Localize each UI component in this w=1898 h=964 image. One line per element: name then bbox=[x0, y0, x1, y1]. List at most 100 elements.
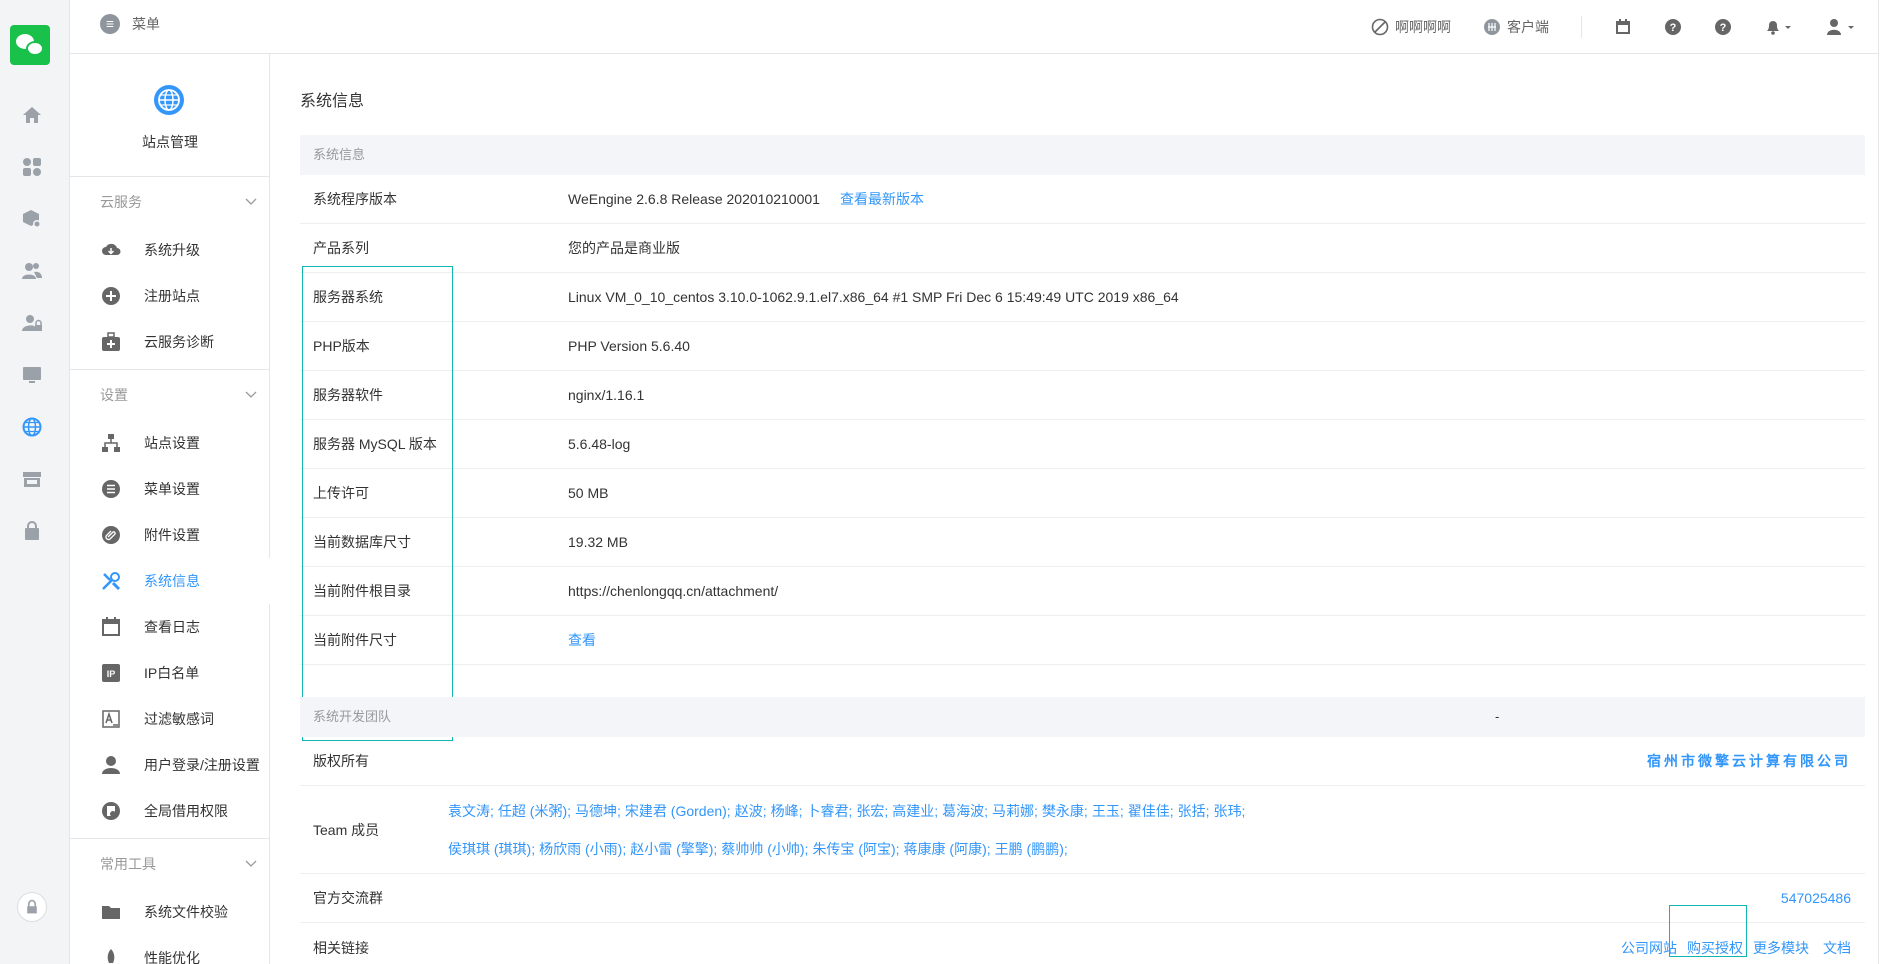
team-member[interactable]: 马德坤; bbox=[575, 801, 621, 821]
team-member[interactable]: 马莉娜; bbox=[992, 801, 1038, 821]
sysinfo-panel: 系统信息 系统程序版本 WeEngine 2.6.8 Release 202010… bbox=[300, 135, 1865, 741]
topbar-client-link[interactable]: 客户端 bbox=[1483, 17, 1549, 37]
links-row: 相关链接 公司网站 购买授权 更多模块 文档 bbox=[300, 905, 1865, 964]
company-site-link[interactable]: 公司网站 bbox=[1621, 938, 1677, 958]
team-member[interactable]: 王鹏 (鹏鹏); bbox=[995, 839, 1068, 859]
monitor-icon[interactable] bbox=[21, 364, 43, 386]
group-common-tools[interactable]: 常用工具 bbox=[70, 839, 269, 889]
topbar-right: 啊啊啊啊 客户端 ? ? bbox=[1371, 0, 1898, 54]
team-member[interactable]: 杨欣雨 (小雨); bbox=[539, 839, 626, 859]
info-key: 服务器系统 bbox=[313, 289, 383, 305]
user-lock-icon[interactable] bbox=[21, 312, 43, 334]
team-member[interactable]: 侯琪琪 (琪琪); bbox=[448, 839, 535, 859]
group-title-label: 云服务 bbox=[100, 194, 142, 210]
info-row: 当前附件根目录 https://chenlongqq.cn/attachment/ bbox=[300, 567, 1865, 616]
info-key: 官方交流群 bbox=[313, 890, 383, 906]
team-member[interactable]: 朱传宝 (阿宝); bbox=[812, 839, 899, 859]
copyright-row: 版权所有 宿州市微擎云计算有限公司 bbox=[300, 737, 1865, 786]
team-member[interactable]: 蒋康康 (阿康); bbox=[904, 839, 991, 859]
team-member[interactable]: 赵小雷 (擎擎); bbox=[630, 839, 717, 859]
sidebar: 站点管理 云服务 系统升级 注册站点 云服务诊断 设置 站点设置 菜单设置 附件… bbox=[70, 0, 270, 964]
menu-item-performance[interactable]: 性能优化 bbox=[70, 935, 269, 964]
team-member[interactable]: 张宏; bbox=[856, 801, 888, 821]
team-member[interactable]: 杨峰; bbox=[771, 801, 803, 821]
store-icon[interactable] bbox=[21, 468, 43, 490]
menu-item-label: 全局借用权限 bbox=[144, 803, 228, 819]
info-key: 当前附件根目录 bbox=[313, 583, 411, 599]
info-row: 当前数据库尺寸 19.32 MB bbox=[300, 518, 1865, 567]
help-icon[interactable]: ? bbox=[1664, 17, 1684, 37]
shopping-bag-icon[interactable] bbox=[21, 520, 43, 542]
view-attachment-size-link[interactable]: 查看 bbox=[568, 632, 596, 648]
users-icon[interactable] bbox=[21, 260, 43, 282]
team-member[interactable]: 张玮; bbox=[1214, 801, 1246, 821]
globe-icon[interactable] bbox=[21, 416, 43, 438]
page-title: 系统信息 bbox=[300, 93, 365, 110]
menu-item-filter-words[interactable]: 过滤敏感词 bbox=[70, 696, 269, 742]
menu-item-cloud-diagnosis[interactable]: 云服务诊断 bbox=[70, 319, 269, 365]
folder-icon bbox=[100, 901, 122, 923]
team-member[interactable]: 樊永康; bbox=[1042, 801, 1088, 821]
apps-icon[interactable] bbox=[21, 156, 43, 178]
menu-item-attachment-settings[interactable]: 附件设置 bbox=[70, 512, 269, 558]
team-member[interactable]: 袁文涛; bbox=[448, 801, 494, 821]
menu-item-view-log[interactable]: 查看日志 bbox=[70, 604, 269, 650]
menu-item-label: 系统文件校验 bbox=[144, 904, 228, 920]
list-icon bbox=[100, 478, 122, 500]
site-title: 站点管理 bbox=[142, 134, 198, 150]
cube-settings-icon[interactable] bbox=[21, 208, 43, 230]
menu-item-label: 云服务诊断 bbox=[144, 334, 214, 350]
wechat-logo-icon[interactable] bbox=[10, 25, 50, 65]
question-icon[interactable]: ? bbox=[1714, 17, 1734, 37]
info-value: https://chenlongqq.cn/attachment/ bbox=[568, 583, 779, 599]
team-member[interactable]: 张括; bbox=[1178, 801, 1210, 821]
tools-icon bbox=[100, 570, 122, 592]
team-member[interactable]: 王玉; bbox=[1092, 801, 1124, 821]
team-member[interactable]: 葛海波; bbox=[942, 801, 988, 821]
lock-icon[interactable] bbox=[17, 892, 47, 922]
more-modules-link[interactable]: 更多模块 bbox=[1753, 938, 1809, 958]
user-menu-icon[interactable] bbox=[1826, 17, 1860, 37]
check-latest-version-link[interactable]: 查看最新版本 bbox=[840, 191, 924, 207]
team-panel-title: 系统开发团队 bbox=[313, 709, 392, 724]
menu-item-file-check[interactable]: 系统文件校验 bbox=[70, 889, 269, 935]
sysinfo-panel-head: 系统信息 bbox=[300, 135, 1865, 175]
svg-text:?: ? bbox=[1670, 22, 1677, 34]
menu-item-global-borrow-permission[interactable]: 全局借用权限 bbox=[70, 788, 269, 834]
menu-item-register-site[interactable]: 注册站点 bbox=[70, 273, 269, 319]
company-name: 宿州市微擎云计算有限公司 bbox=[1647, 753, 1851, 769]
group-cloud-service[interactable]: 云服务 bbox=[70, 177, 269, 227]
info-value: 您的产品是商业版 bbox=[568, 240, 680, 256]
menu-item-ip-whitelist[interactable]: IP IP白名单 bbox=[70, 650, 269, 696]
scrollbar[interactable] bbox=[1878, 0, 1898, 964]
team-member[interactable]: 任超 (米粥); bbox=[498, 801, 571, 821]
buy-license-link[interactable]: 购买授权 bbox=[1687, 938, 1743, 958]
team-member[interactable]: 宋建君 (Gorden); bbox=[625, 801, 731, 821]
menu-item-label: 菜单设置 bbox=[144, 481, 200, 497]
info-row: 系统程序版本 WeEngine 2.6.8 Release 20201021000… bbox=[300, 175, 1865, 224]
menu-item-menu-settings[interactable]: 菜单设置 bbox=[70, 466, 269, 512]
team-member[interactable]: 蔡帅帅 (小帅); bbox=[721, 839, 808, 859]
svg-text:?: ? bbox=[1720, 22, 1727, 34]
team-member[interactable]: 翟佳佳; bbox=[1128, 801, 1174, 821]
menu-toggle-button[interactable]: 菜单 bbox=[100, 14, 160, 34]
bell-icon[interactable] bbox=[1764, 17, 1796, 37]
menu-item-user-login-settings[interactable]: 用户登录/注册设置 bbox=[70, 742, 269, 788]
topbar-link-1[interactable]: 啊啊啊啊 bbox=[1371, 17, 1451, 37]
menu-item-system-upgrade[interactable]: 系统升级 bbox=[70, 227, 269, 273]
docs-link[interactable]: 文档 bbox=[1823, 938, 1851, 958]
qq-group-number[interactable]: 547025486 bbox=[1781, 890, 1851, 906]
team-member[interactable]: 高建业; bbox=[892, 801, 938, 821]
group-settings[interactable]: 设置 bbox=[70, 370, 269, 420]
team-line: 袁文涛; 任超 (米粥); 马德坤; 宋建君 (Gorden); 赵波; 杨峰; 卜睿君; 张… bbox=[448, 801, 1249, 821]
calendar-icon[interactable] bbox=[1614, 17, 1634, 37]
menu-item-system-info[interactable]: 系统信息 bbox=[70, 558, 270, 604]
team-member[interactable]: 卜睿君; bbox=[806, 801, 852, 821]
menu-item-label: IP白名单 bbox=[144, 665, 200, 681]
team-member[interactable]: 赵波; bbox=[735, 801, 767, 821]
info-row: 当前附件尺寸 查看 bbox=[300, 616, 1865, 665]
menu-item-label: 站点设置 bbox=[144, 435, 200, 451]
topbar: 菜单 啊啊啊啊 客户端 ? ? bbox=[70, 0, 1898, 54]
home-icon[interactable] bbox=[21, 104, 43, 126]
menu-item-site-settings[interactable]: 站点设置 bbox=[70, 420, 269, 466]
